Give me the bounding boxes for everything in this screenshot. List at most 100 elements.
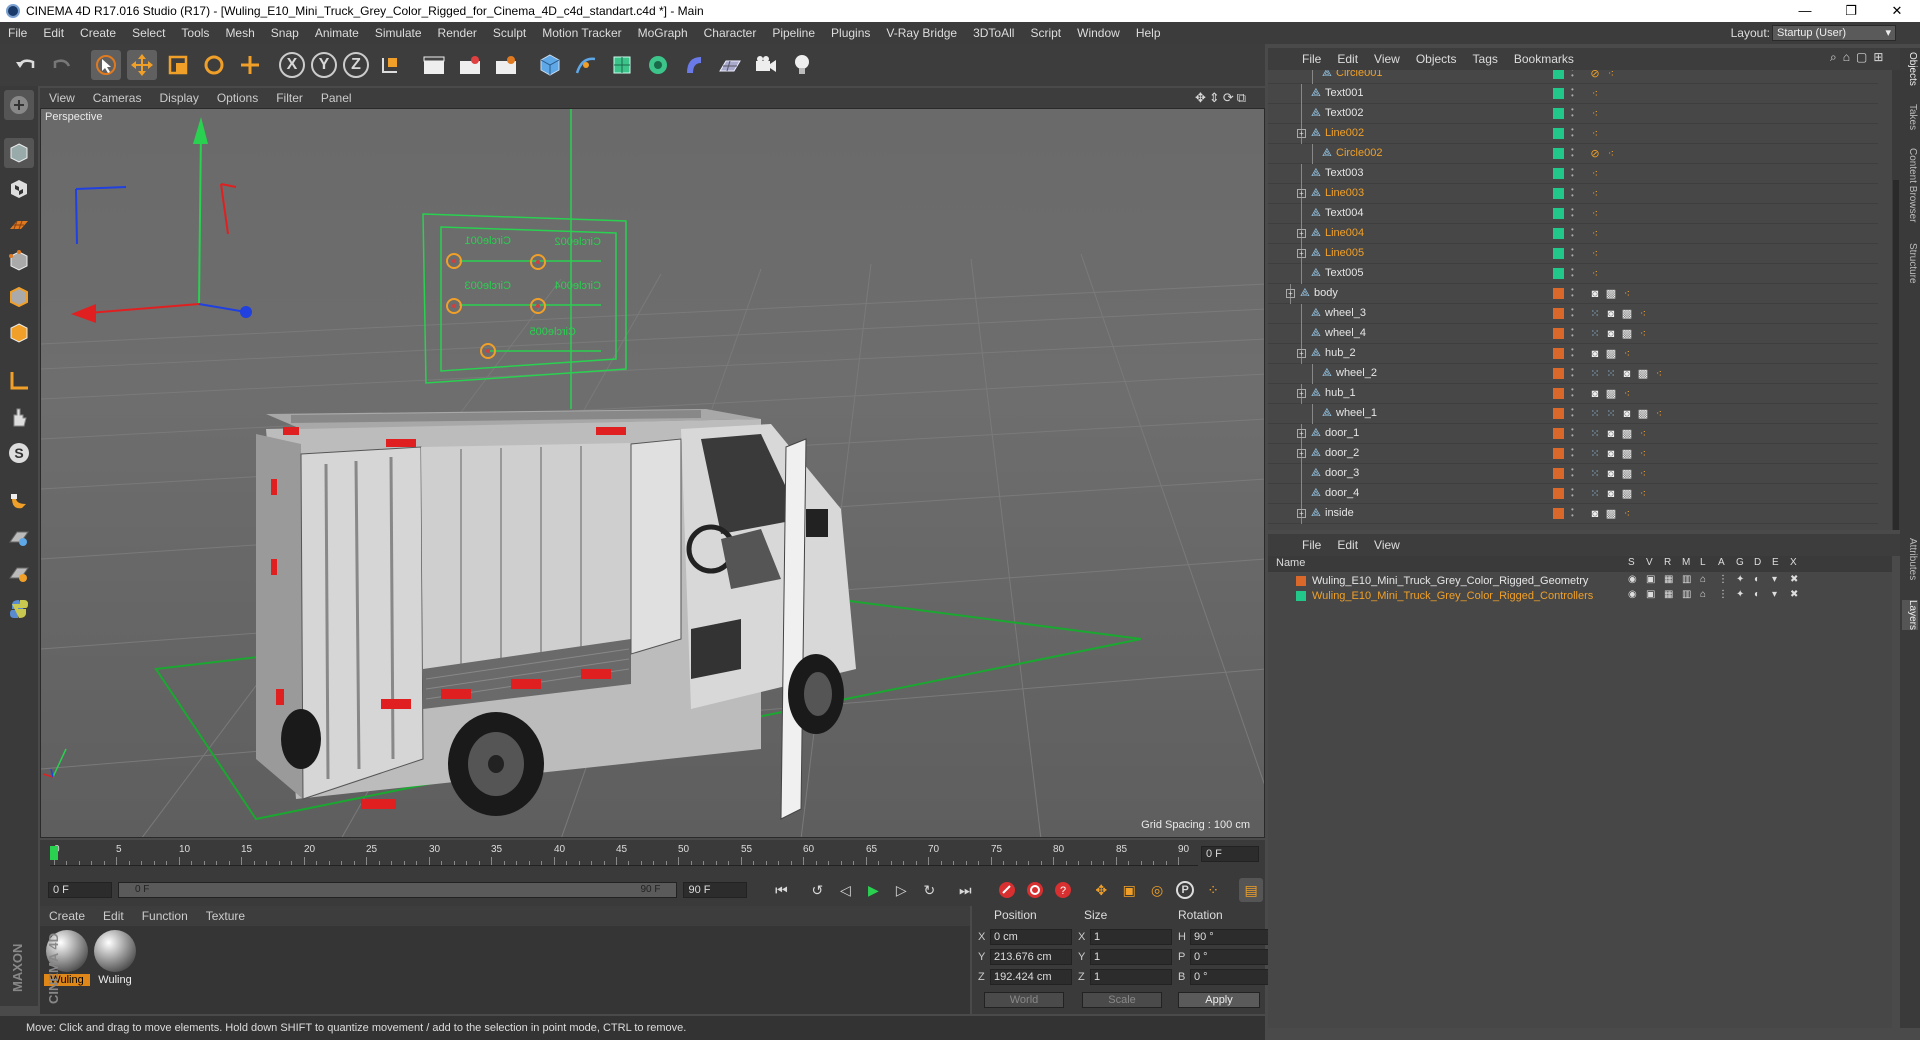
menu-edit[interactable]: Edit (35, 26, 72, 40)
layer-menu-edit[interactable]: Edit (1329, 538, 1366, 552)
xpresso-tag-icon[interactable]: ⁖ (1588, 107, 1602, 121)
visibility-dots[interactable]: •• (1571, 486, 1576, 500)
visibility-dots[interactable]: •• (1571, 426, 1576, 440)
protection-tag-icon[interactable]: ⁙ (1588, 407, 1602, 421)
object-row-wheel_1[interactable]: ⟁ wheel_1 • • ⁙ ⁙ ◙ ▩ ⁖ (1268, 404, 1878, 424)
texture-tag-icon[interactable]: ▩ (1636, 367, 1650, 381)
object-row-text002[interactable]: ⟁ Text002 • • ⁖ (1268, 104, 1878, 124)
quantize-button[interactable] (4, 558, 34, 588)
layout-select[interactable]: Startup (User) ▾ (1772, 25, 1896, 41)
x-axis-button[interactable]: X (279, 52, 305, 78)
layer-row[interactable]: Wuling_E10_Mini_Truck_Grey_Color_Rigged_… (1268, 589, 1892, 604)
visibility-dots[interactable]: •• (1571, 466, 1576, 480)
menu-motion-tracker[interactable]: Motion Tracker (534, 26, 629, 40)
lock-icon[interactable]: ⊞ (1873, 50, 1883, 65)
cloner-button[interactable] (643, 50, 673, 80)
layer-column-v[interactable]: V (1646, 557, 1653, 568)
object-row-door_3[interactable]: ⟁ door_3 • • ⁙ ◙ ▩ ⁖ (1268, 464, 1878, 484)
layer-color-swatch[interactable] (1553, 308, 1564, 319)
layer-color-swatch[interactable] (1553, 328, 1564, 339)
protection-tag-icon[interactable]: ⁙ (1588, 427, 1602, 441)
texture-tag-icon[interactable]: ▩ (1620, 487, 1634, 501)
object-menu-file[interactable]: File (1294, 52, 1329, 66)
layer-toggle-icon[interactable]: ⌂ (1700, 574, 1706, 585)
xpresso-tag-icon[interactable]: ⁖ (1620, 347, 1634, 361)
goto-next-frame-button[interactable]: ▷ (889, 878, 913, 902)
edges-mode-button[interactable] (4, 282, 34, 312)
workplane-mode-button[interactable] (4, 210, 34, 240)
layer-color-swatch[interactable] (1553, 468, 1564, 479)
python-button[interactable] (4, 594, 34, 624)
undo-button[interactable] (11, 50, 41, 80)
object-row-line003[interactable]: + ⟁ Line003 • • ⁖ (1268, 184, 1878, 204)
expand-toggle[interactable]: + (1297, 349, 1306, 358)
y-axis-button[interactable]: Y (311, 52, 337, 78)
tab-takes[interactable]: Takes (1902, 104, 1918, 130)
xpresso-tag-icon[interactable]: ⁖ (1620, 287, 1634, 301)
phong-tag-icon[interactable]: ◙ (1604, 427, 1618, 441)
coordinate-mode-select[interactable]: World (984, 992, 1064, 1008)
xpresso-tag-icon[interactable]: ⁖ (1636, 427, 1650, 441)
material-menu-texture[interactable]: Texture (197, 909, 254, 923)
layer-toggle-icon[interactable]: ✦ (1736, 574, 1744, 585)
xpresso-tag-icon[interactable]: ⁖ (1588, 87, 1602, 101)
layer-toggle-icon[interactable]: ◐ (1754, 589, 1760, 600)
layer-color-swatch[interactable] (1296, 576, 1306, 586)
phong-tag-icon[interactable]: ◙ (1604, 327, 1618, 341)
scale-tool-button[interactable] (163, 50, 193, 80)
menu-pipeline[interactable]: Pipeline (764, 26, 823, 40)
texture-tag-icon[interactable]: ▩ (1636, 407, 1650, 421)
key-position-button[interactable]: ✥ (1089, 878, 1113, 902)
layer-column-e[interactable]: E (1772, 557, 1779, 568)
tab-objects[interactable]: Objects (1902, 52, 1918, 86)
material-menu-create[interactable]: Create (40, 909, 94, 923)
minimize-button[interactable]: — (1782, 0, 1828, 22)
layer-color-swatch[interactable] (1553, 188, 1564, 199)
deformer-button[interactable] (679, 50, 709, 80)
visibility-dots[interactable]: •• (1571, 70, 1576, 80)
material-menu-edit[interactable]: Edit (94, 909, 133, 923)
menu-character[interactable]: Character (696, 26, 765, 40)
layer-color-swatch[interactable] (1553, 428, 1564, 439)
layer-color-swatch[interactable] (1553, 228, 1564, 239)
visibility-dots[interactable]: •• (1571, 246, 1576, 260)
layer-column-x[interactable]: X (1790, 557, 1797, 568)
grid-snap-button[interactable] (4, 522, 34, 552)
menu-tools[interactable]: Tools (173, 26, 217, 40)
texture-tag-icon[interactable]: ▩ (1620, 427, 1634, 441)
frame-range-slider[interactable]: 0 F 90 F (117, 882, 678, 898)
xpresso-tag-icon[interactable]: ⁖ (1588, 127, 1602, 141)
object-row-line005[interactable]: + ⟁ Line005 • • ⁖ (1268, 244, 1878, 264)
phong-tag-icon[interactable]: ◙ (1588, 287, 1602, 301)
object-row-text004[interactable]: ⟁ Text004 • • ⁖ (1268, 204, 1878, 224)
texture-tag-icon[interactable]: ▩ (1604, 287, 1618, 301)
layer-toggle-icon[interactable]: ✖ (1790, 574, 1798, 585)
layer-color-swatch[interactable] (1553, 388, 1564, 399)
xpresso-tag-icon[interactable]: ⁖ (1652, 367, 1666, 381)
object-row-hub_1[interactable]: + ⟁ hub_1 • • ◙ ▩ ⁖ (1268, 384, 1878, 404)
object-row-circle002[interactable]: ⟁ Circle002 • • ⊘ ⁖ (1268, 144, 1878, 164)
protection-tag-icon[interactable]: ⁙ (1588, 367, 1602, 381)
object-row-text005[interactable]: ⟁ Text005 • • ⁖ (1268, 264, 1878, 284)
menu-script[interactable]: Script (1022, 26, 1069, 40)
protection-tag-icon[interactable]: ⁙ (1588, 487, 1602, 501)
texture-tag-icon[interactable]: ▩ (1620, 307, 1634, 321)
xpresso-tag-icon[interactable]: ⁖ (1604, 70, 1618, 81)
object-row-wheel_2[interactable]: ⟁ wheel_2 • • ⁙ ⁙ ◙ ▩ ⁖ (1268, 364, 1878, 384)
restriction-tag-icon[interactable]: ⊘ (1588, 70, 1602, 81)
viewport-perspective[interactable]: Perspective Circle001 Circle002 Circle00… (40, 108, 1265, 838)
layer-column-m[interactable]: M (1682, 557, 1690, 568)
protection-tag-icon[interactable]: ⁙ (1588, 467, 1602, 481)
object-row-body[interactable]: + ⟁ body • • ◙ ▩ ⁖ (1268, 284, 1878, 304)
phong-tag-icon[interactable]: ◙ (1604, 447, 1618, 461)
layer-toggle-icon[interactable]: ✖ (1790, 589, 1798, 600)
phong-tag-icon[interactable]: ◙ (1588, 347, 1602, 361)
menu-render[interactable]: Render (430, 26, 485, 40)
expand-toggle[interactable]: + (1297, 389, 1306, 398)
menu-simulate[interactable]: Simulate (367, 26, 430, 40)
material-swatch-2[interactable]: Wuling (92, 930, 138, 986)
restore-button[interactable]: ❐ (1828, 0, 1874, 22)
texture-mode-button[interactable] (4, 174, 34, 204)
keyframe-selection-button[interactable]: ? (1051, 878, 1075, 902)
object-row-inside[interactable]: + ⟁ inside • • ◙ ▩ ⁖ (1268, 504, 1878, 524)
